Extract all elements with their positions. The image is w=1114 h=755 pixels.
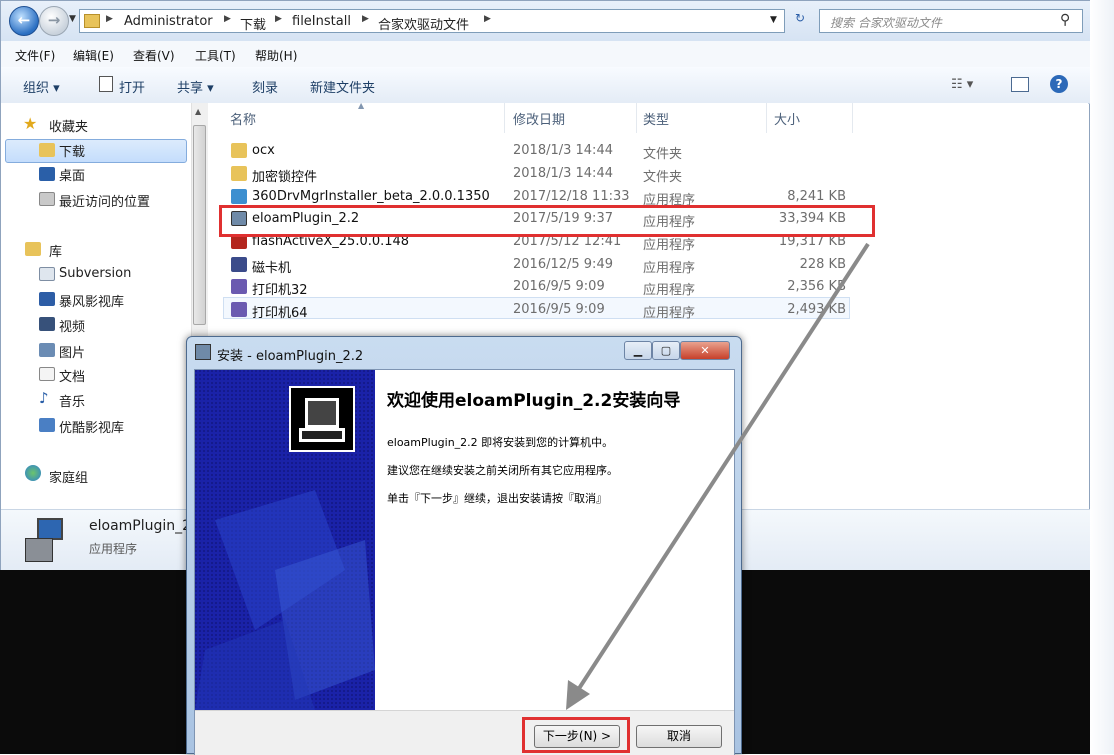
annotation-arrow — [566, 242, 870, 710]
arrow-line — [576, 242, 870, 692]
arrow-head — [566, 680, 590, 710]
